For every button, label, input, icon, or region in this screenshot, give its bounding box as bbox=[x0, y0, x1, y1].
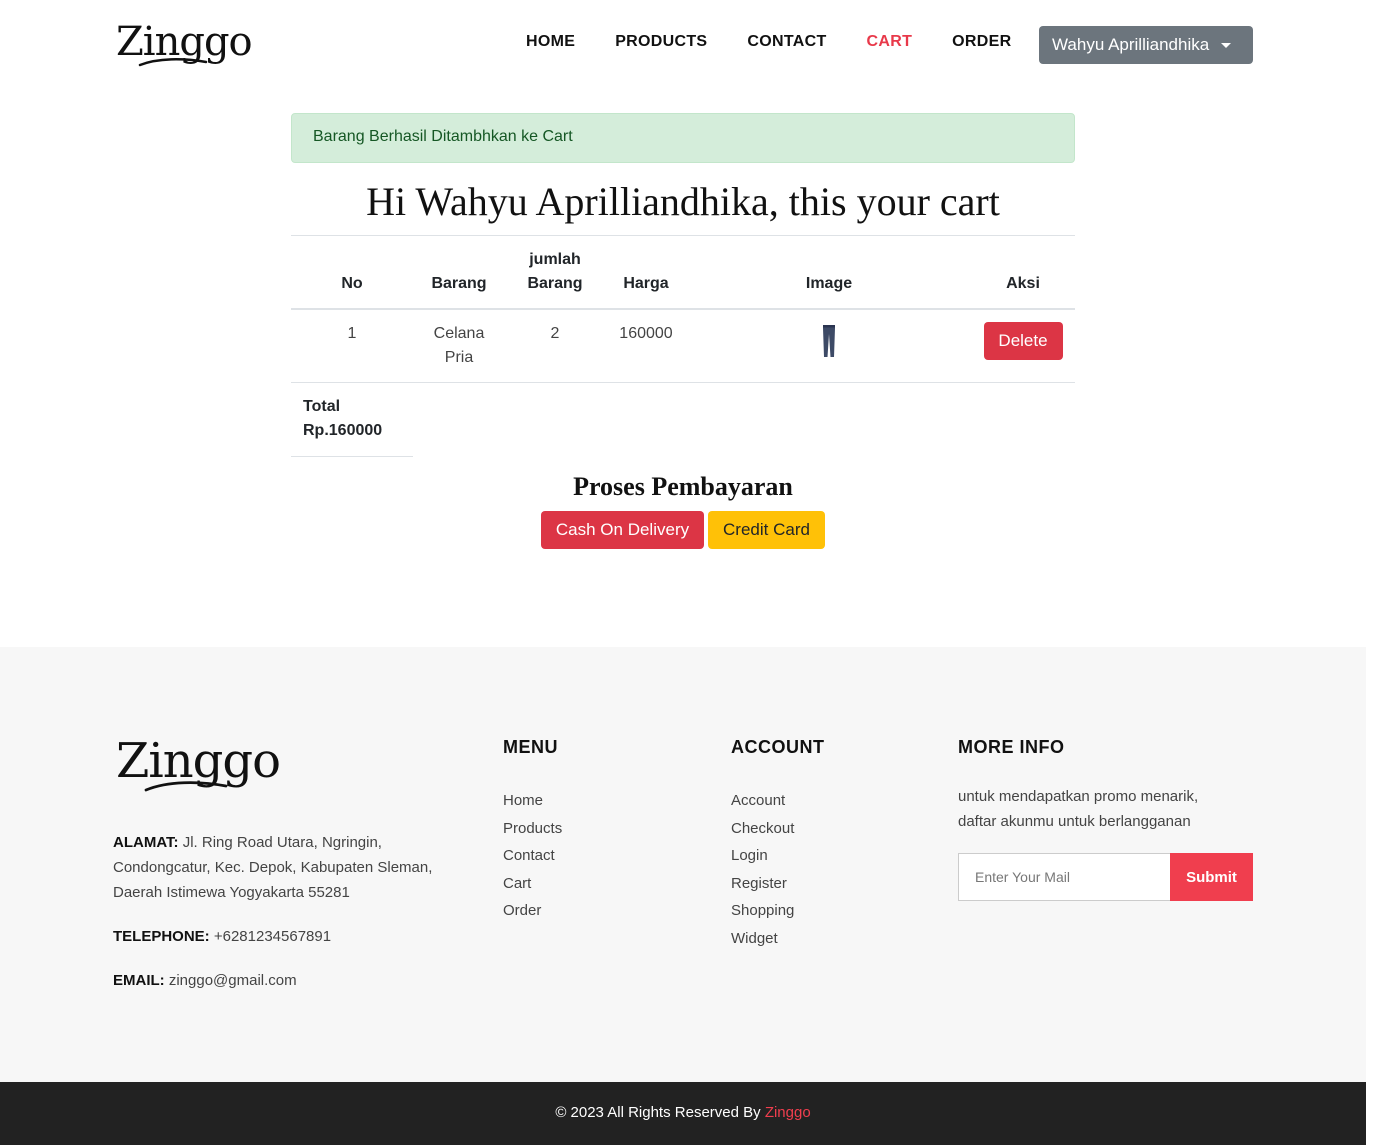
list-item: Login bbox=[731, 842, 794, 870]
footer-menu-list: Home Products Contact Cart Order bbox=[503, 787, 562, 925]
delete-button[interactable]: Delete bbox=[983, 322, 1063, 360]
user-dropdown-button[interactable]: Wahyu Aprilliandhika bbox=[1039, 26, 1253, 64]
cell-jumlah: 2 bbox=[505, 309, 605, 383]
cell-barang-line2: Pria bbox=[444, 349, 474, 366]
footer-link-products[interactable]: Products bbox=[503, 820, 562, 837]
footer-link-register[interactable]: Register bbox=[731, 875, 787, 892]
address-line2: Condongcatur, Kec. Depok, Kabupaten Slem… bbox=[113, 859, 433, 876]
copyright-brand-link[interactable]: Zinggo bbox=[765, 1104, 811, 1121]
list-item: Widget bbox=[731, 925, 794, 953]
cart-title: Hi Wahyu Aprilliandhika, this your cart bbox=[366, 179, 1000, 224]
footer-link-order[interactable]: Order bbox=[503, 902, 541, 919]
header-harga: Harga bbox=[605, 235, 687, 310]
list-item: Home bbox=[503, 787, 562, 815]
email-label: EMAIL: bbox=[113, 972, 165, 989]
footer-link-checkout[interactable]: Checkout bbox=[731, 820, 794, 837]
header-jumlah: jumlah Barang bbox=[505, 235, 605, 310]
alert-message: Barang Berhasil Ditambhkan ke Cart bbox=[313, 128, 573, 145]
nav-order[interactable]: ORDER bbox=[952, 33, 1011, 51]
nav-contact[interactable]: CONTACT bbox=[747, 33, 826, 51]
list-item: Checkout bbox=[731, 815, 794, 843]
footer-link-widget[interactable]: Widget bbox=[731, 930, 778, 947]
cell-harga: 160000 bbox=[605, 309, 687, 383]
success-alert: Barang Berhasil Ditambhkan ke Cart bbox=[291, 113, 1075, 163]
footer-link-account[interactable]: Account bbox=[731, 792, 785, 809]
cell-no: 1 bbox=[291, 309, 413, 383]
address-label: ALAMAT: bbox=[113, 834, 179, 851]
footer-link-shopping[interactable]: Shopping bbox=[731, 902, 794, 919]
cash-on-delivery-button[interactable]: Cash On Delivery bbox=[541, 511, 704, 549]
submit-button[interactable]: Submit bbox=[1170, 853, 1253, 901]
payment-buttons: Cash On Delivery Credit Card bbox=[541, 511, 825, 549]
cell-barang-line1: Celana bbox=[433, 325, 485, 342]
total-label: Total bbox=[303, 398, 341, 415]
more-info-line2: daftar akunmu untuk berlangganan bbox=[958, 813, 1191, 830]
main-nav: HOME PRODUCTS CONTACT CART ORDER bbox=[526, 33, 1011, 51]
address-line3: Daerah Istimewa Yogyakarta 55281 bbox=[113, 884, 350, 901]
user-name: Wahyu Aprilliandhika bbox=[1052, 35, 1210, 54]
header-no: No bbox=[291, 235, 413, 310]
footer-phone: TELEPHONE: +6281234567891 bbox=[113, 924, 331, 949]
nav-products[interactable]: PRODUCTS bbox=[615, 33, 707, 51]
phone-label: TELEPHONE: bbox=[113, 928, 210, 945]
footer-logo: Zinggo bbox=[116, 733, 281, 792]
brand-logo[interactable]: Zinggo bbox=[116, 18, 253, 67]
list-item: Contact bbox=[503, 842, 562, 870]
cart-total: Total Rp.160000 bbox=[291, 383, 413, 457]
pants-icon bbox=[823, 325, 835, 357]
nav-home[interactable]: HOME bbox=[526, 33, 575, 51]
payment-title: Proses Pembayaran bbox=[573, 472, 793, 501]
logo-swash-icon bbox=[138, 58, 208, 67]
email-value: zinggo@gmail.com bbox=[168, 972, 297, 989]
logo-swash-icon bbox=[144, 781, 228, 792]
footer-account-heading: ACCOUNT bbox=[731, 737, 825, 757]
address-line1: Jl. Ring Road Utara, Ngringin, bbox=[182, 834, 382, 851]
email-input[interactable] bbox=[958, 853, 1170, 901]
footer-link-login[interactable]: Login bbox=[731, 847, 768, 864]
footer-link-home[interactable]: Home bbox=[503, 792, 543, 809]
table-header-row: No Barang jumlah Barang Harga Image Aksi bbox=[291, 235, 1075, 310]
cell-image bbox=[687, 309, 971, 383]
list-item: Account bbox=[731, 787, 794, 815]
list-item: Products bbox=[503, 815, 562, 843]
phone-value: +6281234567891 bbox=[213, 928, 332, 945]
footer-more-heading: MORE INFO bbox=[958, 737, 1065, 757]
nav-cart[interactable]: CART bbox=[867, 33, 913, 51]
footer-account-list: Account Checkout Login Register Shopping… bbox=[731, 787, 794, 952]
footer-email: EMAIL: zinggo@gmail.com bbox=[113, 968, 297, 993]
total-value: Rp.160000 bbox=[303, 422, 383, 439]
copyright-bar: © 2023 All Rights Reserved By Zinggo bbox=[0, 1082, 1366, 1145]
footer-menu-heading: MENU bbox=[503, 737, 558, 757]
footer-link-contact[interactable]: Contact bbox=[503, 847, 555, 864]
credit-card-button[interactable]: Credit Card bbox=[708, 511, 825, 549]
caret-down-icon bbox=[1221, 42, 1232, 48]
more-info-text: untuk mendapatkan promo menarik, daftar … bbox=[958, 784, 1258, 834]
cell-barang: Celana Pria bbox=[413, 309, 505, 383]
navbar: Zinggo HOME PRODUCTS CONTACT CART ORDER … bbox=[0, 0, 1366, 90]
list-item: Order bbox=[503, 897, 562, 925]
cart-table: No Barang jumlah Barang Harga Image Aksi… bbox=[291, 235, 1075, 383]
cell-aksi: Delete bbox=[971, 309, 1075, 383]
list-item: Cart bbox=[503, 870, 562, 898]
header-jumlah-line2: Barang bbox=[527, 275, 583, 292]
header-jumlah-line1: jumlah bbox=[529, 251, 581, 268]
footer: Zinggo ALAMAT: Jl. Ring Road Utara, Ngri… bbox=[0, 647, 1366, 1082]
more-info-line1: untuk mendapatkan promo menarik, bbox=[958, 788, 1199, 805]
footer-address: ALAMAT: Jl. Ring Road Utara, Ngringin, C… bbox=[113, 830, 432, 905]
table-row: 1 Celana Pria 2 160000 Delete bbox=[291, 309, 1075, 383]
header-image: Image bbox=[687, 235, 971, 310]
footer-link-cart[interactable]: Cart bbox=[503, 875, 531, 892]
header-barang: Barang bbox=[413, 235, 505, 310]
list-item: Register bbox=[731, 870, 794, 898]
copyright-text: © 2023 All Rights Reserved By bbox=[555, 1104, 761, 1121]
list-item: Shopping bbox=[731, 897, 794, 925]
header-aksi: Aksi bbox=[971, 235, 1075, 310]
subscribe-form: Submit bbox=[958, 853, 1253, 901]
